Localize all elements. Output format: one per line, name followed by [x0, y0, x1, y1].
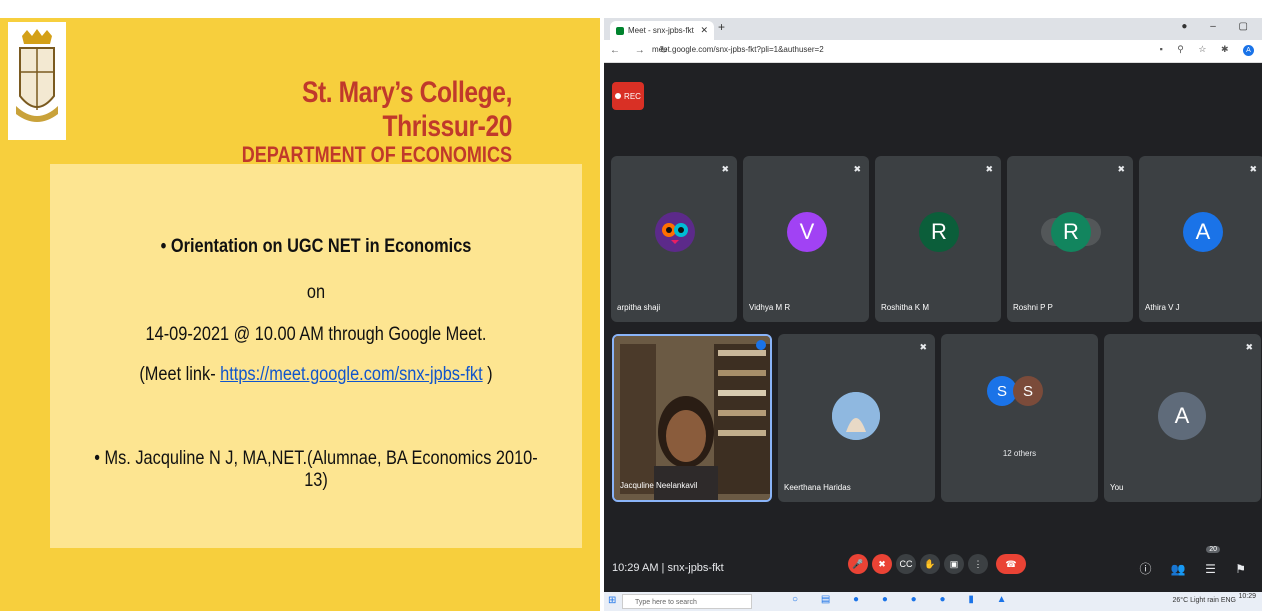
meet-link-line: (Meet link- https://meet.google.com/snx-… [87, 364, 545, 386]
leave-call-icon[interactable]: ☎ [996, 554, 1026, 574]
participant-count-badge: 20 [1206, 546, 1220, 553]
participant-tile[interactable]: ✖ A Athira V J [1139, 156, 1262, 322]
participant-name: Roshni P P [1013, 303, 1053, 312]
mic-muted-icon: ✖ [853, 164, 861, 174]
speaker-line: • Ms. Jacquline N J, MA,NET.(Alumnae, BA… [94, 448, 538, 491]
tab-close-icon[interactable]: ✕ [700, 25, 708, 36]
recording-indicator: REC [612, 82, 644, 110]
meeting-code: snx-jpbs-fkt [667, 562, 724, 574]
participant-name: Athira V J [1145, 303, 1180, 312]
rec-label: REC [624, 91, 641, 101]
participant-name: arpitha shaji [617, 303, 661, 312]
record-dot-icon [615, 93, 622, 99]
taskbar-app-icons[interactable]: ○ ▤ ● ● ● ● ▮ ▲ [792, 594, 1017, 605]
participant-name: You [1110, 483, 1124, 492]
new-tab-icon[interactable]: + [718, 20, 725, 34]
captions-icon[interactable]: CC [896, 554, 916, 574]
participant-name: Jacquline Neelankavil [620, 481, 698, 490]
mic-muted-icon: ✖ [1245, 342, 1253, 352]
participant-tile[interactable]: ✖ V Vidhya M R [743, 156, 869, 322]
meeting-time: 10:29 AM | snx-jpbs-fkt [612, 562, 724, 574]
college-crest-logo [8, 22, 66, 140]
event-title: • Orientation on UGC NET in Economics [160, 236, 472, 257]
browser-tab[interactable]: Meet - snx-jpbs-fkt ✕ [610, 21, 714, 40]
more-options-icon[interactable]: ⋮ [968, 554, 988, 574]
weather-label: 26°C Light rain [1172, 597, 1219, 604]
pin-icon[interactable] [756, 340, 766, 350]
event-datetime: 14-09-2021 @ 10.00 AM through Google Mee… [145, 324, 487, 345]
meet-link-prefix: (Meet link- [139, 364, 221, 385]
video-feed [614, 336, 770, 500]
windows-taskbar: ⊞ Type here to search ○ ▤ ● ● ● ● ▮ ▲ 26… [604, 592, 1262, 611]
event-on: on [306, 282, 326, 303]
windows-start-icon[interactable]: ⊞ [608, 595, 616, 606]
participant-tile[interactable]: ✖ R Roshitha K M [875, 156, 1001, 322]
participant-name: Keerthana Haridas [784, 483, 851, 492]
taskbar-clock: 10:29 [1238, 593, 1256, 600]
camera-off-icon[interactable]: ✖ [872, 554, 892, 574]
mic-muted-icon: ✖ [1249, 164, 1257, 174]
avatar: A [1158, 392, 1206, 440]
avatar: S [1013, 376, 1043, 406]
taskbar-search-input[interactable]: Type here to search [622, 594, 752, 609]
tab-title: Meet - snx-jpbs-fkt [628, 26, 694, 35]
participant-tile[interactable]: ✖ Keerthana Haridas [778, 334, 935, 502]
slide-title-block: St. Mary’s College, Thrissur-20 DEPARTME… [172, 76, 513, 168]
meet-link[interactable]: https://meet.google.com/snx-jpbs-fkt [220, 364, 482, 385]
profile-avatar[interactable]: A [1243, 45, 1254, 56]
participant-tile[interactable]: ✖ arpitha shaji [611, 156, 737, 322]
college-name: St. Mary’s College, Thrissur-20 [301, 76, 512, 143]
mic-off-icon[interactable]: 🎤 [848, 554, 868, 574]
present-icon[interactable]: ▣ [944, 554, 964, 574]
presentation-slide: St. Mary’s College, Thrissur-20 DEPARTME… [0, 18, 600, 611]
mic-muted-icon: ✖ [985, 164, 993, 174]
browser-toolbar-icons[interactable]: ▪ ⚲ ☆ ✱ A [1160, 44, 1254, 56]
others-tile[interactable]: S S 12 others [941, 334, 1098, 502]
participant-video-tile[interactable]: Jacquline Neelankavil [612, 334, 772, 502]
avatar: R [919, 212, 959, 252]
avatar: R [1051, 212, 1091, 252]
announcement-panel: • Orientation on UGC NET in Economics on… [50, 164, 582, 548]
clock-time: 10:29 AM [612, 562, 659, 574]
self-tile[interactable]: ✖ A You [1104, 334, 1261, 502]
mic-muted-icon: ✖ [919, 342, 927, 352]
address-bar: ← → ↻ meet.google.com/snx-jpbs-fkt?pli=1… [604, 40, 1262, 63]
window-controls[interactable]: ● – ▢ [1181, 21, 1258, 32]
avatar [832, 392, 880, 440]
meet-link-suffix: ) [482, 364, 493, 385]
google-meet-window: Meet - snx-jpbs-fkt ✕ + ● – ▢ ← → ↻ meet… [604, 18, 1262, 611]
avatar [655, 212, 695, 252]
browser-tabbar: Meet - snx-jpbs-fkt ✕ + ● – ▢ [604, 18, 1262, 40]
meet-favicon-icon [616, 26, 624, 35]
meet-control-bar: 10:29 AM | snx-jpbs-fkt 🎤 ✖ CC ✋ ▣ ⋮ ☎ 2… [604, 542, 1262, 592]
mic-muted-icon: ✖ [1117, 164, 1125, 174]
participant-name: Roshitha K M [881, 303, 930, 312]
avatar: V [787, 212, 827, 252]
mic-muted-icon: ✖ [721, 164, 729, 174]
participant-tile[interactable]: ✖ R Roshni P P [1007, 156, 1133, 322]
participant-name: Vidhya M R [749, 303, 791, 312]
avatar: A [1183, 212, 1223, 252]
raise-hand-icon[interactable]: ✋ [920, 554, 940, 574]
others-count-label: 12 others [1002, 449, 1037, 458]
taskbar-status: 26°C Light rain ENG [1172, 597, 1236, 604]
meet-side-icons[interactable]: ⓘ 👥 ☰ ⚑ [1140, 560, 1254, 577]
language-label: ENG [1220, 597, 1236, 604]
url-field[interactable]: meet.google.com/snx-jpbs-fkt?pli=1&authu… [652, 45, 824, 54]
